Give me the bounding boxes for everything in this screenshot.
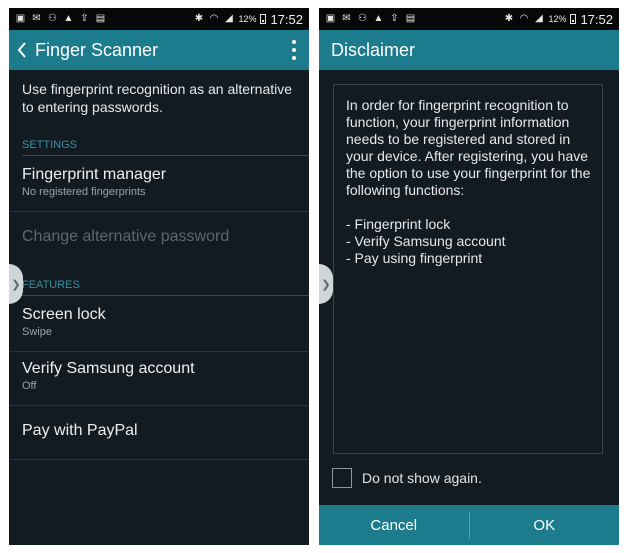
status-bar: ▣ ✉ ⚇ ▲ ⇪ ▤ ✱ ◠ ◢ 12% 17:52 — [319, 8, 619, 30]
list-item: - Fingerprint lock — [346, 216, 451, 232]
bluetooth-icon: ✱ — [194, 13, 204, 24]
side-panel-handle[interactable]: ❯ — [319, 264, 333, 304]
voicemail-icon: ⚇ — [48, 13, 57, 24]
feature-title: Screen lock — [22, 306, 106, 323]
setting-title: Change alternative password — [22, 228, 230, 245]
feature-title: Verify Samsung account — [22, 360, 195, 377]
feature-subtitle: Swipe — [22, 326, 52, 338]
feature-verify-samsung-account[interactable]: Verify Samsung account Off — [9, 352, 309, 406]
signal-icon: ◢ — [535, 13, 543, 24]
battery-icon — [260, 14, 267, 24]
feature-pay-with-paypal[interactable]: Pay with PayPal — [9, 406, 309, 460]
feature-title: Pay with PayPal — [22, 422, 138, 439]
back-arrow-icon[interactable] — [9, 30, 35, 70]
signal-icon: ◢ — [225, 13, 233, 24]
upload-icon: ⇪ — [80, 13, 89, 24]
action-bar: Finger Scanner — [9, 30, 309, 70]
battery-percent: 12% — [238, 14, 257, 24]
status-bar: ▣ ✉ ⚇ ▲ ⇪ ▤ ✱ ◠ ◢ 12% 17:52 — [9, 8, 309, 30]
finger-scanner-screen: ▣ ✉ ⚇ ▲ ⇪ ▤ ✱ ◠ ◢ 12% 17:52 Finger Scann… — [9, 8, 309, 545]
mail-icon: ✉ — [32, 13, 41, 24]
sim-icon: ▤ — [405, 13, 416, 24]
cancel-button[interactable]: Cancel — [319, 505, 469, 545]
overflow-menu-icon[interactable] — [279, 30, 309, 70]
chevron-right-icon: ❯ — [11, 278, 21, 291]
disclaimer-content-box: In order for fingerprint recognition to … — [333, 84, 603, 454]
bluetooth-icon: ✱ — [504, 13, 514, 24]
gallery-icon: ▣ — [15, 13, 26, 24]
checkbox-label: Do not show again. — [362, 470, 482, 486]
clock: 17:52 — [580, 11, 613, 27]
voicemail-icon: ⚇ — [358, 13, 367, 24]
dialog-button-bar: Cancel OK — [319, 505, 619, 545]
battery-percent: 12% — [548, 14, 567, 24]
warning-icon: ▲ — [63, 13, 74, 24]
ok-button[interactable]: OK — [470, 505, 620, 545]
section-header-features: FEATURES — [22, 279, 309, 296]
wifi-icon: ◠ — [519, 13, 529, 24]
clock: 17:52 — [270, 11, 303, 27]
setting-title: Fingerprint manager — [22, 166, 167, 183]
upload-icon: ⇪ — [390, 13, 399, 24]
warning-icon: ▲ — [373, 13, 384, 24]
wifi-icon: ◠ — [209, 13, 219, 24]
disclaimer-function-list: - Fingerprint lock - Verify Samsung acco… — [346, 216, 592, 267]
sim-icon: ▤ — [95, 13, 106, 24]
disclaimer-screen: ▣ ✉ ⚇ ▲ ⇪ ▤ ✱ ◠ ◢ 12% 17:52 Disclaimer I… — [319, 8, 619, 545]
setting-change-alternative-password: Change alternative password — [9, 212, 309, 266]
feature-subtitle: Off — [22, 380, 37, 392]
dialog-title: Disclaimer — [331, 39, 416, 60]
do-not-show-again-checkbox[interactable] — [332, 468, 352, 488]
mail-icon: ✉ — [342, 13, 351, 24]
section-header-settings: SETTINGS — [22, 139, 309, 156]
gallery-icon: ▣ — [325, 13, 336, 24]
disclaimer-paragraph: In order for fingerprint recognition to … — [346, 97, 591, 198]
list-item: - Pay using fingerprint — [346, 250, 483, 266]
dialog-title-bar: Disclaimer — [319, 30, 619, 70]
list-item: - Verify Samsung account — [346, 233, 506, 249]
intro-text: Use fingerprint recognition as an altern… — [22, 81, 293, 115]
page-title: Finger Scanner — [35, 39, 159, 60]
setting-subtitle: No registered fingerprints — [22, 186, 146, 198]
setting-fingerprint-manager[interactable]: Fingerprint manager No registered finger… — [9, 158, 309, 212]
chevron-right-icon: ❯ — [321, 278, 331, 291]
feature-screen-lock[interactable]: Screen lock Swipe — [9, 298, 309, 352]
do-not-show-again-row[interactable]: Do not show again. — [332, 468, 482, 488]
battery-icon — [570, 14, 577, 24]
